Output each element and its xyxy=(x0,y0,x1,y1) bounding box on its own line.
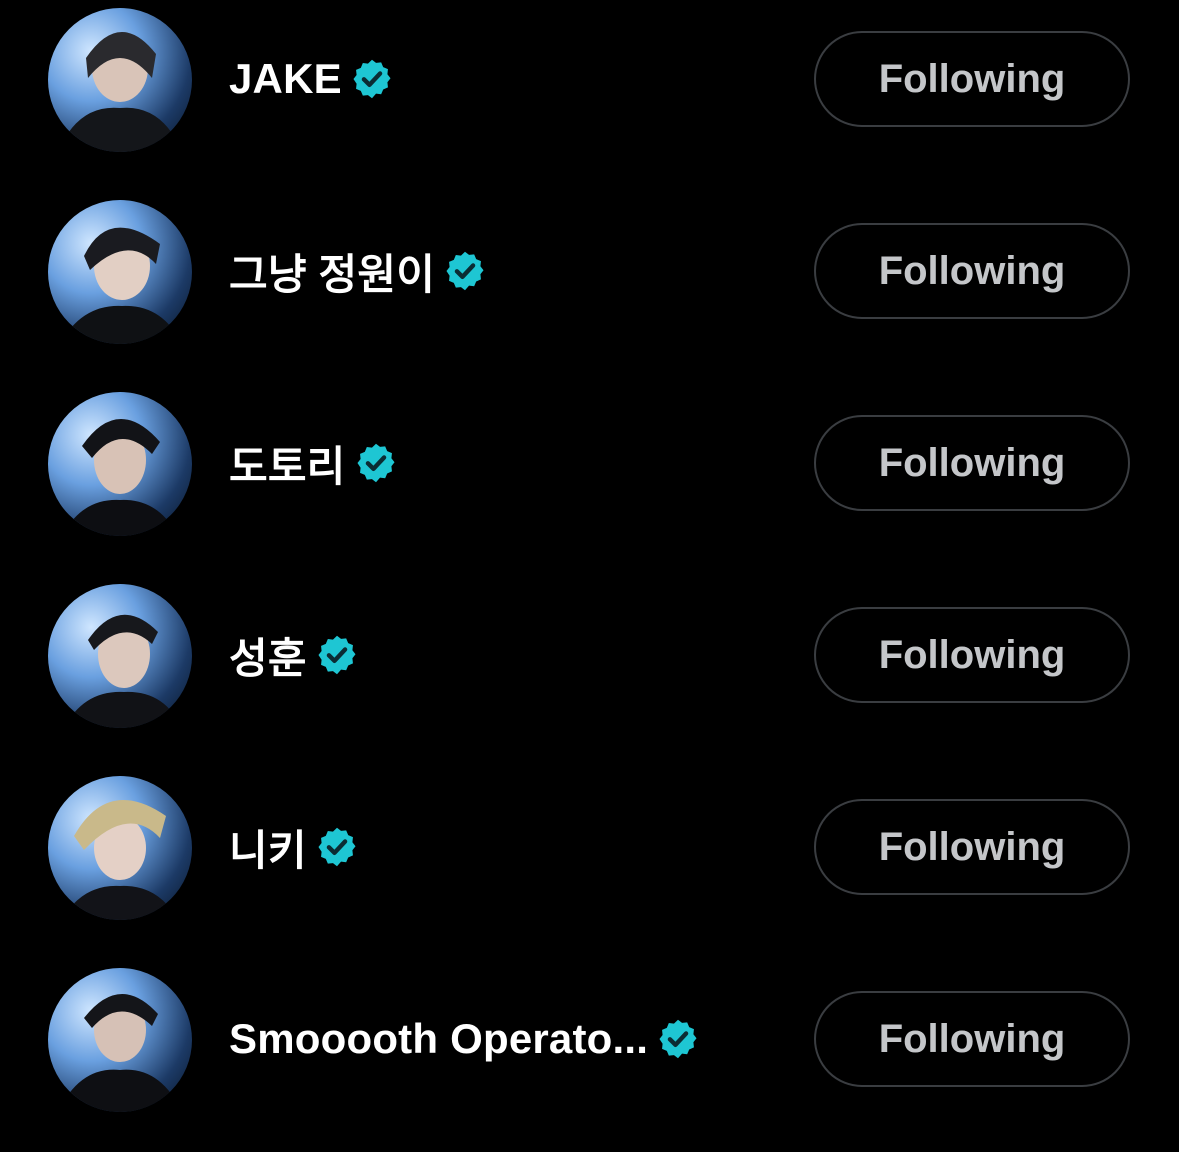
account-row[interactable]: 도토리 Following xyxy=(0,384,1179,576)
following-button-label: Following xyxy=(878,632,1066,677)
name-group: 성훈 xyxy=(229,625,359,685)
account-name[interactable]: 성훈 xyxy=(229,625,307,686)
verified-badge-icon xyxy=(318,635,356,675)
verified-badge-icon xyxy=(318,827,356,867)
account-name[interactable]: 도토리 xyxy=(229,433,346,494)
account-name[interactable]: JAKE xyxy=(229,55,342,103)
avatar[interactable] xyxy=(48,584,192,728)
name-group: 니키 xyxy=(229,817,359,877)
account-name[interactable]: 니키 xyxy=(229,817,307,878)
account-name[interactable]: 그냥 정원이 xyxy=(229,241,435,302)
verified-badge-icon xyxy=(446,251,484,291)
following-button-label: Following xyxy=(878,248,1066,293)
following-button[interactable]: Following xyxy=(814,607,1130,703)
name-group: 그냥 정원이 xyxy=(229,241,487,301)
following-button[interactable]: Following xyxy=(814,799,1130,895)
avatar[interactable] xyxy=(48,8,192,152)
avatar[interactable] xyxy=(48,776,192,920)
name-group: JAKE xyxy=(229,49,394,109)
avatar[interactable] xyxy=(48,392,192,536)
name-group: Smooooth Operato... xyxy=(229,1009,700,1069)
following-list: JAKE Following 그냥 정원이 Following 도토리 Foll… xyxy=(0,0,1179,1130)
following-button-label: Following xyxy=(878,440,1066,485)
name-group: 도토리 xyxy=(229,433,398,493)
following-button[interactable]: Following xyxy=(814,991,1130,1087)
following-button[interactable]: Following xyxy=(814,415,1130,511)
verified-badge-icon xyxy=(357,443,395,483)
verified-badge-icon xyxy=(353,59,391,99)
following-button-label: Following xyxy=(878,824,1066,869)
account-row[interactable]: Smooooth Operato... Following xyxy=(0,960,1179,1152)
account-row[interactable]: 니키 Following xyxy=(0,768,1179,960)
following-button-label: Following xyxy=(878,56,1066,101)
verified-badge-icon xyxy=(659,1019,697,1059)
account-row[interactable]: JAKE Following xyxy=(0,0,1179,192)
following-button-label: Following xyxy=(878,1016,1066,1061)
avatar[interactable] xyxy=(48,968,192,1112)
account-name[interactable]: Smooooth Operato... xyxy=(229,1015,648,1063)
account-row[interactable]: 그냥 정원이 Following xyxy=(0,192,1179,384)
account-row[interactable]: 성훈 Following xyxy=(0,576,1179,768)
following-button[interactable]: Following xyxy=(814,223,1130,319)
following-button[interactable]: Following xyxy=(814,31,1130,127)
avatar[interactable] xyxy=(48,200,192,344)
